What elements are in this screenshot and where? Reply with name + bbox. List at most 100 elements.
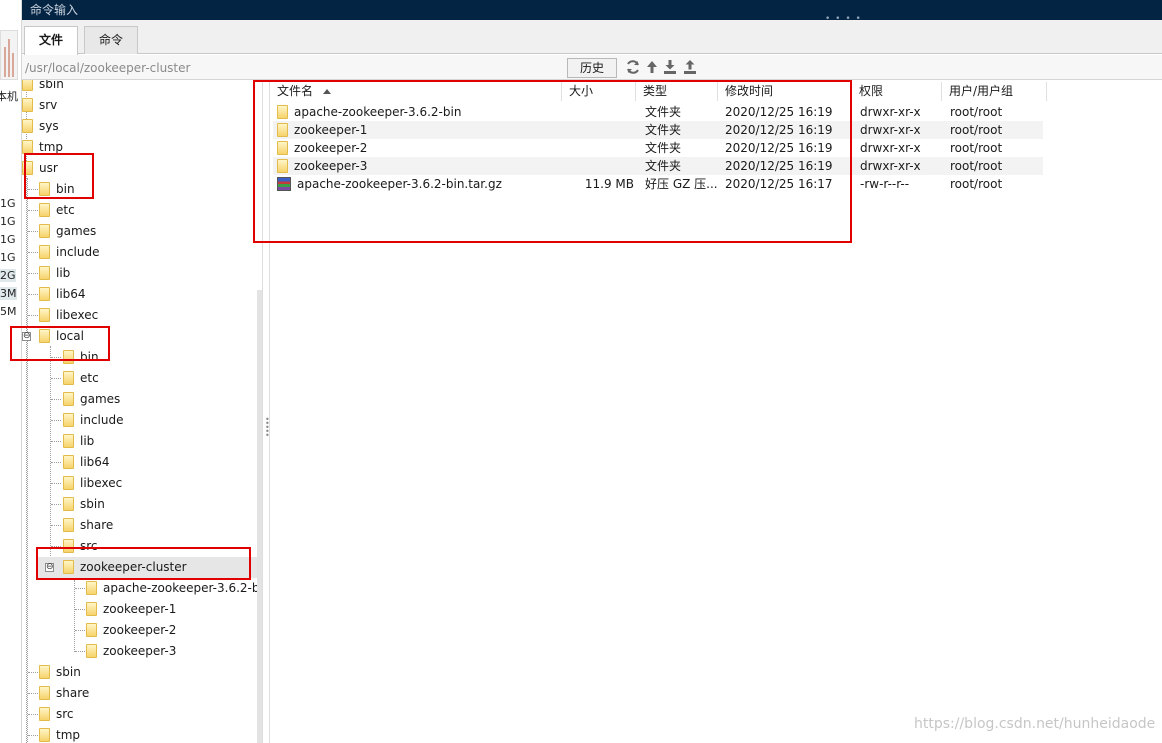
- tab-files[interactable]: 文件: [24, 26, 79, 55]
- tree-item-local-sbin[interactable]: sbin: [63, 494, 105, 515]
- tree-item-local-share[interactable]: share: [63, 515, 113, 536]
- tree-item-local-lib[interactable]: lib: [63, 431, 94, 452]
- tree-item-zookeeper-cluster[interactable]: zookeeper-cluster: [36, 557, 262, 578]
- refresh-icon[interactable]: [625, 59, 641, 75]
- tree-item-bin[interactable]: bin: [39, 179, 75, 200]
- tree-item-label: include: [56, 245, 100, 259]
- download-icon[interactable]: [662, 59, 678, 75]
- tree-item-etc[interactable]: etc: [39, 200, 75, 221]
- folder-icon: [63, 350, 74, 364]
- folder-icon: [22, 119, 33, 133]
- tree-item-label: tmp: [56, 728, 81, 742]
- tree-item-label: share: [56, 686, 90, 700]
- folder-icon: [63, 497, 74, 511]
- tree-connector: [28, 735, 38, 736]
- folder-icon: [63, 413, 74, 427]
- tree-item-libexec[interactable]: libexec: [39, 305, 98, 326]
- tree-item-usr-sbin[interactable]: sbin: [39, 662, 81, 683]
- pane-splitter[interactable]: • • • • •: [262, 80, 270, 743]
- tree-item-local-include[interactable]: include: [63, 410, 123, 431]
- window-title: 命令输入: [30, 3, 79, 17]
- column-header-permissions[interactable]: 权限: [852, 82, 942, 101]
- sliver-label: 5M: [0, 305, 17, 318]
- tree-item-games[interactable]: games: [39, 221, 96, 242]
- tab-strip: 文件 命令: [22, 20, 1162, 55]
- tree-connector: [28, 714, 38, 715]
- tree-item-local-src[interactable]: src: [63, 536, 98, 557]
- tree-item-local-lib64[interactable]: lib64: [63, 452, 110, 473]
- file-row[interactable]: apache-zookeeper-3.6.2-bin 文件夹 2020/12/2…: [273, 103, 1043, 121]
- column-header-owner[interactable]: 用户/用户组: [942, 82, 1047, 101]
- file-type: 文件夹: [645, 159, 682, 173]
- folder-icon: [63, 476, 74, 490]
- file-row[interactable]: zookeeper-2 文件夹 2020/12/25 16:19 drwxr-x…: [273, 139, 1043, 157]
- folder-icon: [63, 539, 74, 553]
- folder-icon: [277, 141, 288, 155]
- upload-icon[interactable]: [682, 59, 698, 75]
- tree-item-sys[interactable]: sys: [22, 116, 59, 137]
- arrow-up-icon[interactable]: [644, 59, 660, 75]
- file-size: 11.9 MB: [584, 177, 634, 191]
- tree-item-label: lib64: [56, 287, 86, 301]
- tree-item-local-etc[interactable]: etc: [63, 368, 99, 389]
- folder-icon: [277, 123, 288, 137]
- tree-item-apache-zookeeper[interactable]: apache-zookeeper-3.6.2-bin: [86, 578, 262, 599]
- tree-item-local[interactable]: local: [39, 326, 84, 347]
- tree-item-usr-share[interactable]: share: [39, 683, 89, 704]
- tree-item-usr[interactable]: usr: [22, 158, 58, 179]
- sliver-label: 1G: [0, 197, 16, 210]
- tree-connector: [75, 651, 85, 652]
- tree-item-lib[interactable]: lib: [39, 263, 70, 284]
- tree-item-zookeeper-3[interactable]: zookeeper-3: [86, 641, 176, 662]
- sliver-label: 1G: [0, 233, 16, 246]
- tree-connector: [28, 210, 38, 211]
- folder-icon: [22, 80, 33, 91]
- folder-icon: [63, 434, 74, 448]
- tree-item-label: games: [56, 224, 97, 238]
- tree-item-label: src: [56, 707, 74, 721]
- adjacent-window-sliver: 本机 1G 1G 1G 1G 2G 3M 5M: [0, 0, 22, 743]
- tree-item-lib64[interactable]: lib64: [39, 284, 86, 305]
- tree-item-local-bin[interactable]: bin: [63, 347, 99, 368]
- tree-item-local-libexec[interactable]: libexec: [63, 473, 122, 494]
- file-row[interactable]: zookeeper-1 文件夹 2020/12/25 16:19 drwxr-x…: [273, 121, 1043, 139]
- file-modified: 2020/12/25 16:19: [725, 141, 833, 155]
- tree-item-label: sbin: [56, 665, 81, 679]
- tree-item-zookeeper-1[interactable]: zookeeper-1: [86, 599, 176, 620]
- path-bar: 历史: [22, 55, 1162, 80]
- tree-item-tmp[interactable]: tmp: [22, 137, 63, 158]
- tree-connector: [51, 546, 61, 547]
- tree-item-label: usr: [39, 161, 58, 175]
- tree-connector: [50, 346, 51, 572]
- file-owner: root/root: [950, 159, 1003, 173]
- folder-icon: [63, 455, 74, 469]
- history-button[interactable]: 历史: [567, 58, 617, 78]
- column-header-modified[interactable]: 修改时间: [718, 82, 852, 101]
- tree-item-local-games[interactable]: games: [63, 389, 120, 410]
- column-header-name[interactable]: 文件名: [270, 82, 562, 101]
- folder-icon: [277, 105, 288, 119]
- command-input-bar[interactable]: 命令输入 • • • •: [22, 0, 1162, 24]
- tab-commands[interactable]: 命令: [84, 26, 139, 54]
- tree-item-zookeeper-2[interactable]: zookeeper-2: [86, 620, 176, 641]
- column-header-type[interactable]: 类型: [636, 82, 718, 101]
- tree-item-sbin[interactable]: sbin: [22, 80, 64, 95]
- tree-item-label: games: [80, 392, 121, 406]
- collapse-icon[interactable]: ⊖: [22, 332, 31, 341]
- column-header-size[interactable]: 大小: [562, 82, 636, 101]
- tree-item-usr-tmp[interactable]: tmp: [39, 725, 80, 743]
- file-row[interactable]: zookeeper-3 文件夹 2020/12/25 16:19 drwxr-x…: [273, 157, 1043, 175]
- tree-connector: [28, 672, 38, 673]
- tree-item-label: zookeeper-cluster: [80, 560, 187, 574]
- folder-icon: [39, 665, 50, 679]
- tree-connector: [51, 462, 61, 463]
- tree-item-srv[interactable]: srv: [22, 95, 57, 116]
- file-type: 文件夹: [645, 123, 682, 137]
- tree-item-usr-src[interactable]: src: [39, 704, 74, 725]
- path-input[interactable]: [25, 58, 565, 77]
- collapse-icon[interactable]: ⊖: [45, 563, 54, 572]
- sort-ascending-icon: [323, 89, 332, 94]
- tree-item-label: libexec: [56, 308, 99, 322]
- tree-item-include[interactable]: include: [39, 242, 99, 263]
- file-row[interactable]: apache-zookeeper-3.6.2-bin.tar.gz 11.9 M…: [273, 175, 1043, 193]
